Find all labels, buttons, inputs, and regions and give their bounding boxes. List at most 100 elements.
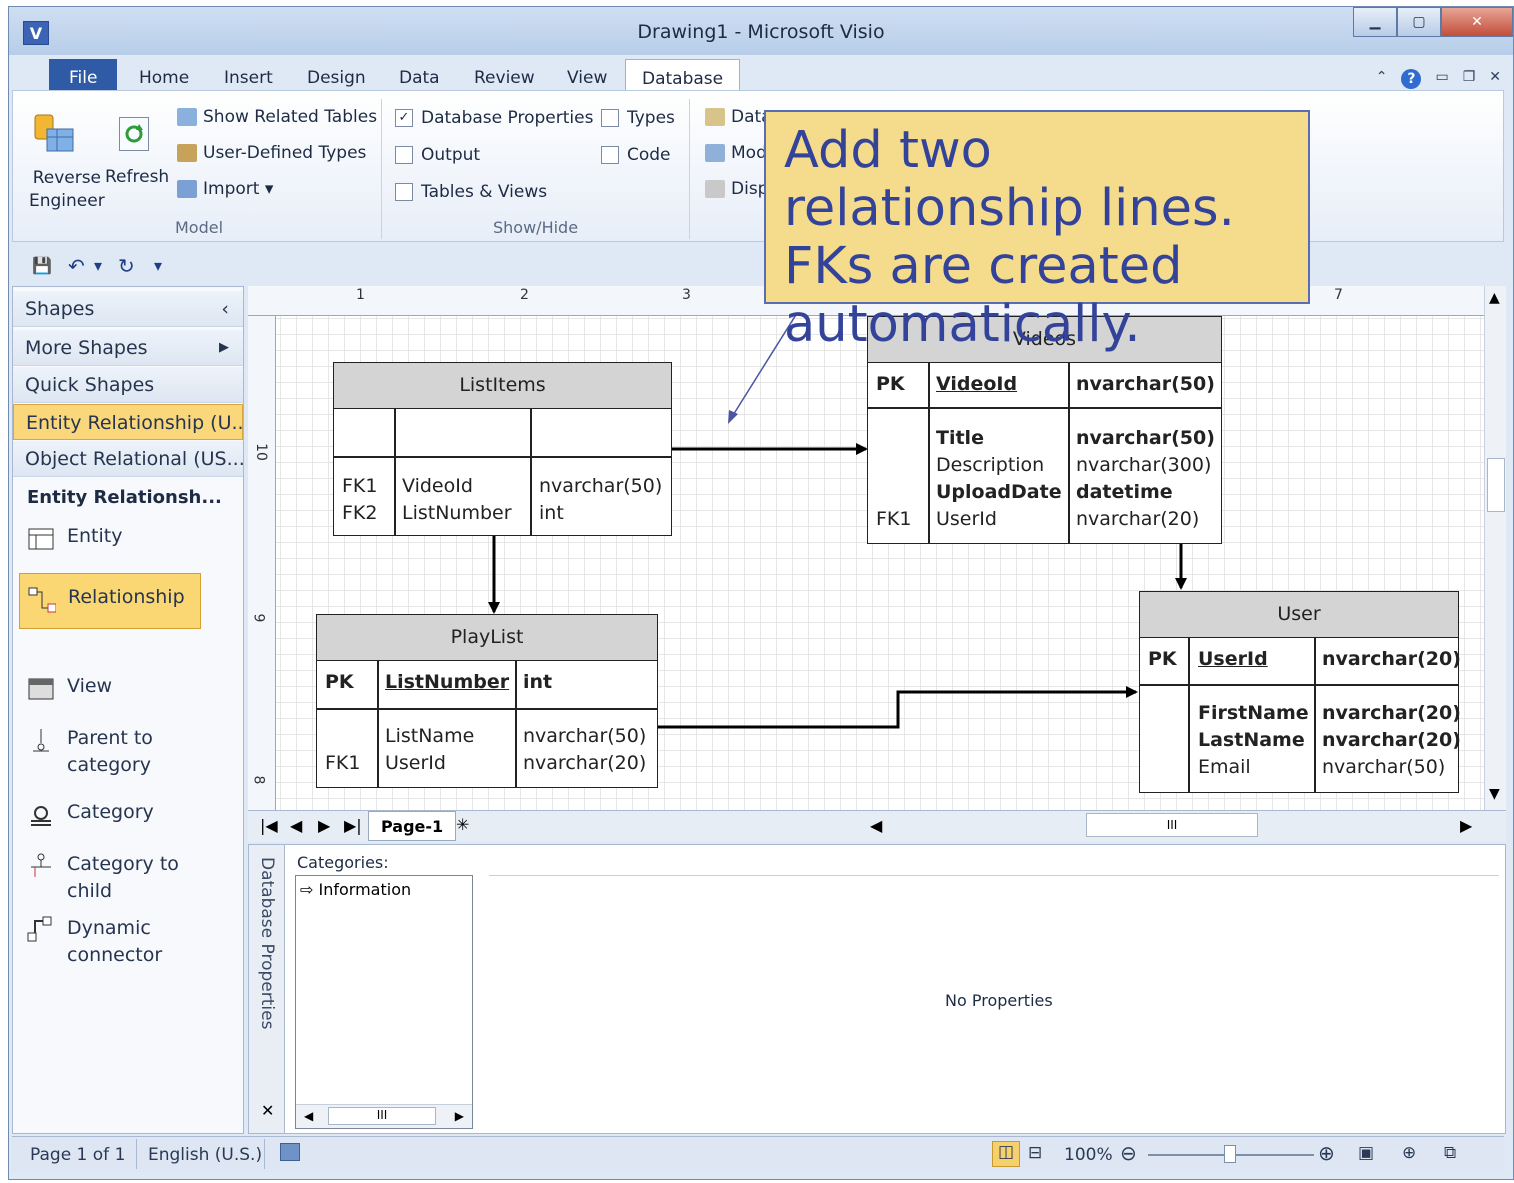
undo-icon[interactable]: ↶ <box>68 254 85 278</box>
maximize-button[interactable]: ▢ <box>1397 7 1441 37</box>
type-cell: nvarchar(50) <box>523 725 647 747</box>
zoom-level[interactable]: 100% <box>1064 1145 1113 1165</box>
callout-leader-arrow <box>728 410 738 424</box>
scroll-up-icon[interactable]: ▲ <box>1489 290 1500 306</box>
hscroll-right-icon[interactable]: ▶ <box>1460 816 1472 835</box>
first-page-icon[interactable]: |◀ <box>260 816 278 835</box>
checkbox-unchecked[interactable] <box>601 146 619 164</box>
doc-restore-icon[interactable]: ❐ <box>1463 69 1476 89</box>
stencil-category[interactable]: Category <box>27 801 154 829</box>
stencil-dynamic-connector[interactable]: Dynamic connector <box>27 915 187 969</box>
checkbox-unchecked[interactable] <box>601 109 619 127</box>
column-cell: VideoId <box>936 373 1018 395</box>
category-item-information[interactable]: ⇨ Information <box>300 880 411 899</box>
database-properties-checkbox[interactable]: ✓ Database Properties <box>395 108 593 128</box>
relationship-playlist-user[interactable] <box>658 686 1138 729</box>
object-relational-stencil-item[interactable]: Object Relational (US... <box>13 441 243 477</box>
save-icon[interactable]: 💾 <box>32 256 52 275</box>
zoom-slider-thumb[interactable] <box>1224 1145 1236 1163</box>
doc-minimize-icon[interactable]: ▭ <box>1435 69 1448 89</box>
entity-user[interactable]: User PK UserId nvarchar(20) FirstName La… <box>1139 591 1461 793</box>
user-types-icon <box>177 144 197 162</box>
vertical-scrollbar[interactable]: ▲ ▼ <box>1484 286 1506 810</box>
category-item-label: Information <box>318 880 412 899</box>
fit-page-icon[interactable]: ▣ <box>1358 1143 1374 1163</box>
refresh-button[interactable]: Refresh <box>105 167 169 187</box>
checkbox-unchecked[interactable] <box>395 183 413 201</box>
data-button[interactable]: Data <box>705 107 772 127</box>
stencil-view[interactable]: View <box>27 675 112 703</box>
collapse-ribbon-icon[interactable]: ⌃ <box>1376 69 1388 89</box>
categories-list[interactable]: ⇨ Information ◀ III ▶ <box>295 875 473 1129</box>
page-indicator[interactable]: Page 1 of 1 <box>30 1145 125 1165</box>
stencil-relationship[interactable]: Relationship <box>19 573 201 629</box>
last-page-icon[interactable]: ▶| <box>344 816 362 835</box>
normal-view-icon[interactable]: ◫ <box>992 1141 1020 1167</box>
zoom-in-icon[interactable]: ⊕ <box>1318 1141 1335 1165</box>
doc-close-icon[interactable]: ✕ <box>1489 69 1501 89</box>
drawing-canvas[interactable]: ListItems FK1 FK2 VideoId ListNumber nva… <box>248 286 1484 810</box>
entity-listitems[interactable]: ListItems FK1 FK2 VideoId ListNumber nva… <box>333 362 672 536</box>
macro-icon[interactable] <box>280 1143 300 1161</box>
scroll-right-icon[interactable]: ▶ <box>455 1109 464 1123</box>
prev-page-icon[interactable]: ◀ <box>290 816 302 835</box>
help-icon[interactable]: ? <box>1401 69 1422 89</box>
next-page-icon[interactable]: ▶ <box>318 816 330 835</box>
mode-label: Mod <box>731 143 767 163</box>
mode-button[interactable]: Mod <box>705 143 767 163</box>
categories-hscrollbar[interactable]: ◀ III ▶ <box>296 1104 472 1128</box>
column-cell: UploadDate <box>936 481 1062 503</box>
checkbox-checked[interactable]: ✓ <box>395 109 413 127</box>
key-cell: PK <box>876 373 905 395</box>
presentation-view-icon[interactable]: ⊟ <box>1028 1143 1042 1163</box>
close-button[interactable]: ✕ <box>1441 7 1513 37</box>
horizontal-scroll-thumb[interactable]: III <box>1086 813 1258 837</box>
user-defined-types-button[interactable]: User-Defined Types <box>177 143 366 163</box>
stencil-view-label: View <box>67 675 113 697</box>
scroll-thumb[interactable] <box>1487 458 1505 512</box>
insert-page-icon[interactable]: ✳ <box>456 815 469 834</box>
ruler-label: 2 <box>520 287 529 303</box>
view-icon <box>28 678 54 700</box>
quick-shapes-item[interactable]: Quick Shapes <box>13 367 243 403</box>
stencil-parent-to-category[interactable]: Parent to category <box>27 725 187 779</box>
import-button[interactable]: Import ▾ <box>177 179 273 199</box>
shapes-header[interactable]: Shapes ‹ <box>13 291 243 327</box>
close-pane-icon[interactable]: ✕ <box>261 1101 274 1120</box>
checkbox-unchecked[interactable] <box>395 146 413 164</box>
output-checkbox[interactable]: Output <box>395 145 480 165</box>
stencil-entity[interactable]: Entity <box>27 525 122 553</box>
display-button[interactable]: Disp <box>705 179 768 199</box>
show-related-tables-button[interactable]: Show Related Tables <box>177 107 377 127</box>
zoom-out-icon[interactable]: ⊖ <box>1120 1141 1137 1165</box>
customize-qat-icon[interactable]: ▾ <box>154 256 162 275</box>
entity-relationship-stencil-item[interactable]: Entity Relationship (U... <box>13 404 243 440</box>
scroll-thumb[interactable]: III <box>328 1107 436 1125</box>
database-properties-window: Database Properties ✕ Categories: ⇨ Info… <box>248 844 1506 1134</box>
types-checkbox[interactable]: Types <box>601 108 675 128</box>
scroll-down-icon[interactable]: ▼ <box>1489 786 1500 802</box>
entity-playlist[interactable]: PlayList PK ListNumber int ListName FK1 … <box>316 614 658 788</box>
switch-windows-icon[interactable]: ⧉ <box>1444 1143 1456 1163</box>
reverse-engineer-button[interactable]: Reverse Engineer <box>29 167 105 213</box>
more-shapes-item[interactable]: More Shapes ▶ <box>13 330 243 366</box>
type-cell: nvarchar(50) <box>1322 756 1446 778</box>
stencil-category-to-child[interactable]: Category to child <box>27 851 187 905</box>
tables-views-checkbox[interactable]: Tables & Views <box>395 182 547 202</box>
divider <box>317 708 657 710</box>
collapse-icon[interactable]: ‹ <box>221 291 229 326</box>
entity-header: User <box>1140 592 1458 638</box>
refresh-icon[interactable] <box>119 117 149 151</box>
category-to-child-icon <box>31 853 51 877</box>
reverse-engineer-icon[interactable] <box>31 111 75 157</box>
minimize-button[interactable]: ▁ <box>1353 7 1397 37</box>
pan-zoom-icon[interactable]: ⊕ <box>1402 1143 1416 1163</box>
language-indicator[interactable]: English (U.S.) <box>148 1145 262 1165</box>
type-cell: int <box>523 671 553 693</box>
tab-page-1[interactable]: Page-1 <box>368 811 457 841</box>
redo-icon[interactable]: ↻ <box>118 254 135 278</box>
undo-dropdown-icon[interactable]: ▾ <box>94 256 102 275</box>
hscroll-left-icon[interactable]: ◀ <box>870 816 882 835</box>
code-checkbox[interactable]: Code <box>601 145 671 165</box>
scroll-left-icon[interactable]: ◀ <box>304 1109 313 1123</box>
